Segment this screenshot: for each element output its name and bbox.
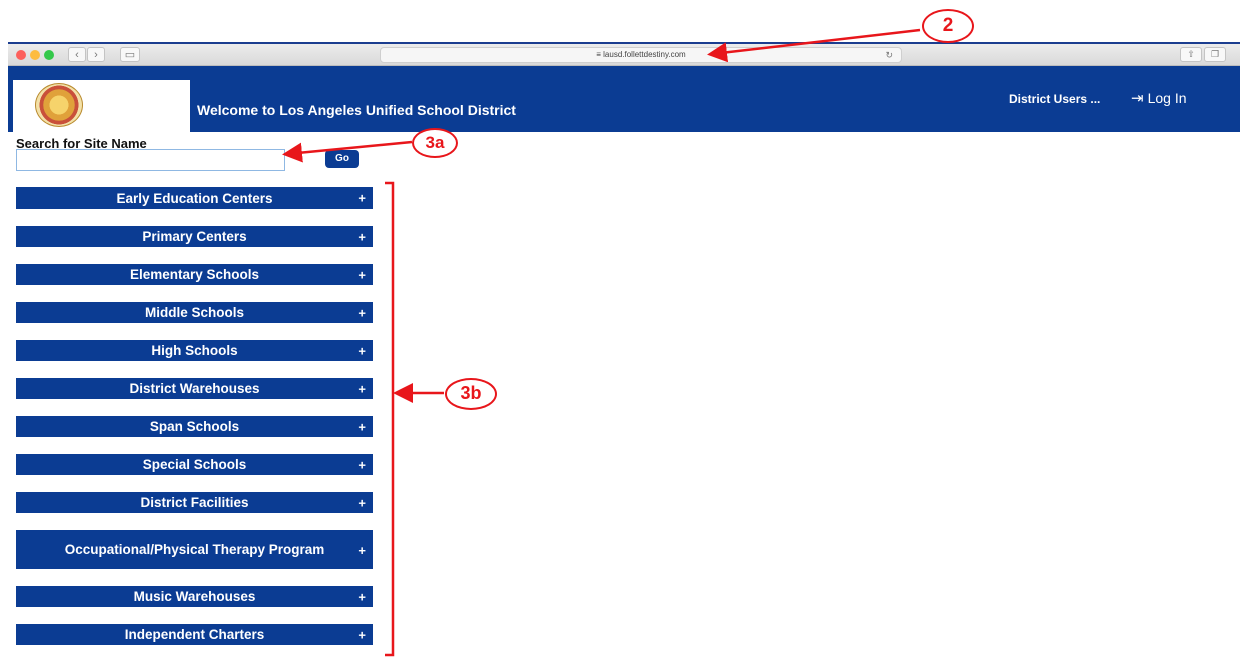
annotation-marker-3b: 3b xyxy=(445,378,497,410)
search-annotation-arrow xyxy=(282,140,413,163)
url-annotation-arrow xyxy=(707,28,921,63)
annotation-layer xyxy=(282,28,921,657)
annotation-marker-3a: 3a xyxy=(412,128,458,158)
annotation-marker-2: 2 xyxy=(922,9,974,43)
list-bracket xyxy=(385,181,395,657)
